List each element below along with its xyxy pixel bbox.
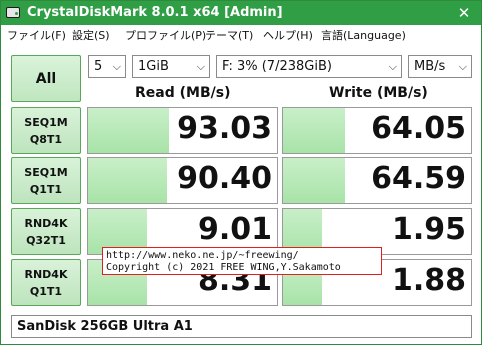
close-button[interactable]: ✕: [449, 3, 479, 23]
test-name-line2: Q1T1: [29, 284, 63, 298]
test-button-rnd4k-q1t1[interactable]: RND4K Q1T1: [11, 259, 81, 306]
unit-value: MB/s: [414, 59, 446, 74]
watermark-url: http://www.neko.ne.jp/~freewing/: [106, 250, 299, 261]
write-progress-fill: [283, 158, 346, 203]
write-value: 64.59: [371, 161, 466, 196]
menu-profile[interactable]: プロファイル(P): [125, 27, 206, 43]
read-result-seq1m-q8t1: 93.03: [87, 107, 278, 154]
test-button-seq1m-q8t1[interactable]: SEQ1M Q8T1: [11, 107, 81, 154]
title-bar[interactable]: CrystalDiskMark 8.0.1 x64 [Admin] ✕: [1, 1, 481, 25]
chevron-down-icon: ⌵: [196, 60, 205, 73]
write-value: 1.88: [391, 263, 466, 298]
test-name-line2: Q8T1: [29, 132, 63, 146]
menu-settings[interactable]: 設定(S): [72, 27, 110, 43]
test-size-select[interactable]: 1GiB ⌵: [132, 55, 210, 78]
test-count-select[interactable]: 5 ⌵: [88, 55, 126, 78]
read-value: 9.01: [197, 212, 272, 247]
app-disk-icon: [6, 5, 20, 20]
write-column-header: Write (MB/s): [329, 85, 428, 101]
test-name-line2: Q1T1: [29, 182, 63, 196]
menu-help[interactable]: ヘルプ(H): [263, 27, 313, 43]
read-column-header: Read (MB/s): [135, 85, 231, 101]
unit-select[interactable]: MB/s ⌵: [408, 55, 472, 78]
chevron-down-icon: ⌵: [388, 60, 397, 73]
test-name-line1: RND4K: [24, 267, 68, 281]
all-button[interactable]: All: [11, 55, 81, 102]
write-result-seq1m-q8t1: 64.05: [282, 107, 472, 154]
test-name-line1: RND4K: [24, 216, 68, 230]
drive-comment-field[interactable]: SanDisk 256GB Ultra A1: [11, 315, 472, 338]
test-button-seq1m-q1t1[interactable]: SEQ1M Q1T1: [11, 157, 81, 204]
menu-language[interactable]: 言語(Language): [321, 27, 406, 43]
window-title: CrystalDiskMark 8.0.1 x64 [Admin]: [27, 5, 283, 20]
drive-value: F: 3% (7/238GiB): [222, 59, 332, 74]
copyright-watermark: http://www.neko.ne.jp/~freewing/ Copyrig…: [102, 247, 382, 275]
read-progress-fill: [88, 108, 170, 153]
drive-select[interactable]: F: 3% (7/238GiB) ⌵: [216, 55, 402, 78]
write-progress-fill: [283, 108, 346, 153]
menu-file[interactable]: ファイル(F): [7, 27, 66, 43]
read-progress-fill: [88, 158, 168, 203]
read-value: 93.03: [177, 111, 272, 146]
write-result-seq1m-q1t1: 64.59: [282, 157, 472, 204]
write-value: 64.05: [371, 111, 466, 146]
menu-theme[interactable]: テーマ(T): [205, 27, 253, 43]
read-result-seq1m-q1t1: 90.40: [87, 157, 278, 204]
test-size-value: 1GiB: [138, 59, 169, 74]
chevron-down-icon: ⌵: [458, 60, 467, 73]
test-name-line1: SEQ1M: [24, 115, 68, 129]
read-value: 90.40: [177, 161, 272, 196]
menu-bar: ファイル(F) 設定(S) プロファイル(P) テーマ(T) ヘルプ(H) 言語…: [1, 25, 481, 45]
watermark-copyright: Copyright (c) 2021 FREE WING,Y.Sakamoto: [106, 262, 341, 273]
chevron-down-icon: ⌵: [112, 60, 121, 73]
test-name-line2: Q32T1: [26, 233, 66, 247]
test-button-rnd4k-q32t1[interactable]: RND4K Q32T1: [11, 208, 81, 255]
write-value: 1.95: [391, 212, 466, 247]
test-count-value: 5: [94, 59, 103, 74]
test-name-line1: SEQ1M: [24, 165, 68, 179]
app-window: CrystalDiskMark 8.0.1 x64 [Admin] ✕ ファイル…: [0, 0, 482, 345]
